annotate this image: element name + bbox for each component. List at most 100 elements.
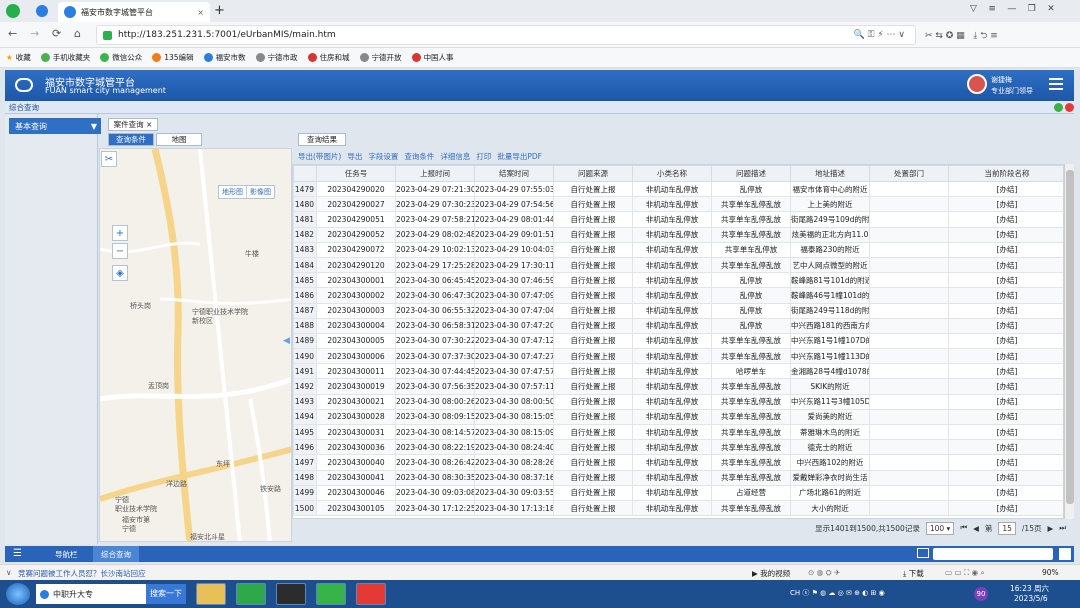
bookmark-item[interactable]: 宁德开放 (359, 52, 402, 63)
table-row[interactable]: 1492 202304300019 2023-04-30 07:56:35 2023-… (293, 378, 1063, 395)
column-header[interactable]: 上报时间 (395, 165, 475, 182)
bookmark-item[interactable]: 微信公众 (100, 52, 142, 63)
window-controls[interactable]: ▽ ≡ — ❐ ✕ (970, 4, 1055, 14)
table-row[interactable]: 1480 202304290027 2023-04-29 07:30:23 2023-… (293, 196, 1063, 213)
taskbar-browser-search[interactable]: 中职升大专 (36, 584, 146, 604)
table-row[interactable]: 1499 202304300046 2023-04-30 09:03:08 2023-… (293, 484, 1063, 501)
forward-icon[interactable]: → (30, 27, 39, 40)
table-row[interactable]: 1484 202304290120 2023-04-29 17:25:28 2023-… (293, 256, 1063, 274)
close-icon[interactable]: × (146, 120, 152, 129)
layers-icon[interactable]: ◈ (112, 265, 128, 281)
page-size-select[interactable]: 100 ▾ (925, 521, 955, 535)
home-icon[interactable]: ⌂ (74, 27, 81, 40)
column-header[interactable]: 结案时间 (474, 165, 554, 182)
column-header[interactable]: 小类名称 (632, 165, 712, 182)
column-header[interactable]: 任务号 (316, 165, 396, 182)
table-row[interactable]: 1494 202304300028 2023-04-30 08:09:15 2023-… (293, 408, 1063, 426)
url-input[interactable]: http://183.251.231.5:7001/eUrbanMIS/main… (96, 25, 916, 45)
download-link[interactable]: ⤓ 下载 (903, 568, 924, 579)
measure-icon[interactable]: ✂ (101, 151, 117, 167)
qq-icon[interactable] (276, 583, 306, 605)
close-icon[interactable]: × (197, 8, 204, 17)
last-page-icon[interactable]: ⏭ (1059, 523, 1066, 533)
menu-icon[interactable] (1049, 78, 1063, 90)
tab-map[interactable]: 地图 (156, 133, 202, 146)
table-row[interactable]: 1486 202304300002 2023-04-30 06:47:30 2023-… (293, 287, 1063, 304)
map-view[interactable]: ✂ 地形图 影像图 + − ◈ 宁德职业技术学院 新校区 桥头岗 盂顶岗 牛楼 … (99, 148, 292, 542)
start-button[interactable] (6, 583, 30, 605)
bookmark-item[interactable]: 手机收藏夹 (40, 52, 90, 63)
bookmark-item[interactable]: 福安市数 (203, 52, 246, 63)
news-ticker[interactable]: 竞赛问题被工作人员怼？长沙南站回应 (18, 568, 146, 579)
bookmark-item[interactable]: ★ 收藏 (6, 52, 31, 63)
footer-nav[interactable]: 导航栏 (55, 549, 78, 560)
tab-case-query[interactable]: 案件查询 × (108, 118, 158, 131)
next-page-icon[interactable]: ▶ (1047, 524, 1053, 533)
wps-icon[interactable] (356, 583, 386, 605)
table-row[interactable]: 1488 202304300004 2023-04-30 06:58:31 2023-… (293, 317, 1063, 334)
back-icon[interactable]: ← (8, 27, 17, 40)
list-icon[interactable]: ☰ (13, 548, 22, 559)
table-row[interactable]: 1490 202304300006 2023-04-30 07:37:30 2023-… (293, 348, 1063, 365)
monitor-icon[interactable] (917, 548, 929, 558)
tab-query-conditions[interactable]: 查询条件 (108, 133, 154, 146)
table-row[interactable]: 1481 202304290051 2023-04-29 07:58:21 2023-… (293, 211, 1063, 228)
tab-active[interactable]: 福安市数字城管平台 × (58, 2, 210, 22)
chevron-down-icon[interactable]: ∨ (6, 568, 12, 577)
bookmark-item[interactable]: 住房和城 (307, 52, 350, 63)
prev-page-icon[interactable]: ◀ (973, 524, 979, 533)
table-row[interactable]: 1479 202304290020 2023-04-29 07:21:30 2023-… (293, 180, 1063, 198)
layer-map-button[interactable]: 地形图 (219, 186, 246, 198)
map-layer-switch[interactable]: 地形图 影像图 (218, 185, 275, 199)
tab-query-results[interactable]: 查询结果 (298, 133, 346, 146)
search-button[interactable]: 搜索一下 (146, 584, 186, 604)
collapse-arrow-icon[interactable]: ◀ (283, 336, 290, 346)
user-info[interactable]: 谢捷梅 专业部门领导 (991, 75, 1033, 97)
column-header[interactable]: 地址描述 (790, 165, 870, 182)
column-header[interactable]: 问题描述 (711, 165, 791, 182)
close-icon[interactable] (1065, 103, 1074, 112)
footer-tab[interactable]: 综合查询 (93, 546, 139, 562)
status-icons[interactable]: ⊙ ◍ ⛭ ✈ (808, 568, 840, 578)
bookmark-item[interactable]: 135编辑 (152, 52, 194, 63)
column-header[interactable]: 当前阶段名称 (948, 165, 1063, 182)
details-link[interactable]: 详细信息 (440, 151, 470, 163)
table-row[interactable]: 1500 202304300105 2023-04-30 17:12:25 2023-… (293, 499, 1063, 517)
search-icon[interactable]: 🔍 ⚿ ⚡ ⋯ ∨ (854, 30, 905, 40)
zoom-out-button[interactable]: − (112, 243, 128, 259)
scrollbar-thumb[interactable] (1066, 170, 1074, 504)
table-row[interactable]: 1495 202304300031 2023-04-30 08:14:57 2023-… (293, 423, 1063, 441)
status-tools-icons[interactable]: ▭ ▭ ⛶ ◉ ⌕ (945, 568, 985, 578)
toolbar-icons[interactable]: ✂ ⇆ ✪ ▦ ⤓ ⮌ ≡ (925, 28, 998, 44)
column-header[interactable]: 问题来源 (553, 165, 633, 182)
folder-icon[interactable] (196, 583, 226, 605)
table-row[interactable]: 1496 202304300036 2023-04-30 08:22:19 2023-… (293, 439, 1063, 456)
layer-image-button[interactable]: 影像图 (246, 186, 274, 198)
batch-export-pdf-link[interactable]: 批量导出PDF (497, 151, 542, 163)
export-with-images-link[interactable]: 导出(带图片) (298, 151, 341, 163)
table-row[interactable]: 1482 202304290052 2023-04-29 08:02:48 2023-… (293, 226, 1063, 243)
telegram-icon[interactable] (36, 5, 48, 17)
table-row[interactable]: 1489 202304300005 2023-04-30 07:30:22 2023-… (293, 332, 1063, 350)
zoom-level[interactable]: 90% (1042, 568, 1059, 577)
table-row[interactable]: 1487 202304300003 2023-04-30 06:55:32 2023-… (293, 302, 1063, 319)
minimize-icon[interactable] (1054, 103, 1063, 112)
wechat-icon[interactable] (316, 583, 346, 605)
table-row[interactable]: 1485 202304300001 2023-04-30 06:45:45 2023-… (293, 272, 1063, 289)
vertical-scrollbar[interactable] (1064, 164, 1074, 519)
tray-icons[interactable]: CH ⓢ ⚑ ◍ ☁ ◎ ✉ ⊕ ◐ ⊞ ◉ (790, 588, 885, 598)
video-link[interactable]: ▶ 我的视频 (752, 568, 790, 579)
avatar[interactable] (967, 74, 987, 94)
query-conditions-link[interactable]: 查询条件 (404, 151, 434, 163)
export-link[interactable]: 导出 (347, 151, 362, 163)
field-settings-link[interactable]: 字段设置 (368, 151, 398, 163)
grid-icon[interactable] (1059, 548, 1071, 560)
table-row[interactable]: 1497 202304300040 2023-04-30 08:26:42 2023-… (293, 454, 1063, 471)
print-link[interactable]: 打印 (476, 151, 491, 163)
page-input[interactable]: 15 (998, 521, 1016, 535)
refresh-icon[interactable]: ⟳ (52, 27, 61, 40)
first-page-icon[interactable]: ⏮ (960, 523, 967, 533)
table-row[interactable]: 1493 202304300021 2023-04-30 08:00:26 2023-… (293, 393, 1063, 410)
notification-badge[interactable]: 90 (974, 587, 988, 601)
table-row[interactable]: 1498 202304300041 2023-04-30 08:30:35 2023-… (293, 469, 1063, 486)
